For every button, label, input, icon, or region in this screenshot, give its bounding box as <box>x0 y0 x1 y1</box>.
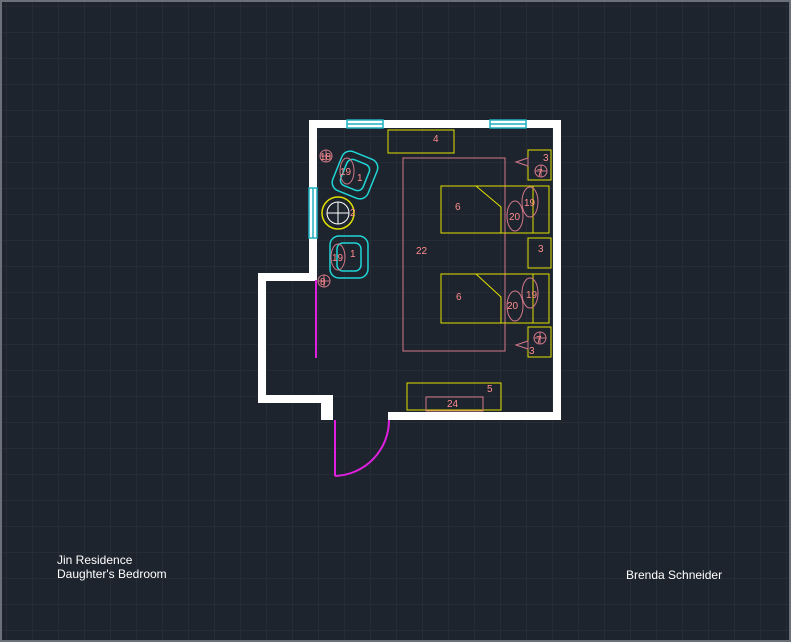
tag-nightstand-bottom: 3 <box>529 346 535 357</box>
designer-name: Brenda Schneider <box>626 568 723 582</box>
tag-chair-top: 1 <box>357 173 363 184</box>
tag-window-seat: 4 <box>433 134 439 145</box>
tag-bed-top: 6 <box>455 202 461 213</box>
tag-chair-bottom-cushion: 19 <box>332 253 344 264</box>
tag-pillow-top-b: 19 <box>524 198 536 209</box>
tag-pillow-top-a: 20 <box>509 212 521 223</box>
tag-rug: 22 <box>416 246 428 257</box>
tag-nightstand-top: 3 <box>543 153 549 164</box>
tag-desk: 24 <box>447 399 459 410</box>
tag-side-table: 2 <box>350 208 356 219</box>
tag-lamp-left-bottom: 8 <box>320 277 326 288</box>
project-name: Jin Residence <box>57 553 133 567</box>
tag-pillow-bottom-b: 19 <box>526 290 538 301</box>
grid <box>2 2 789 640</box>
room-name: Daughter's Bedroom <box>57 567 167 581</box>
tag-lamp-top: 7 <box>537 168 543 179</box>
tag-chair-bottom: 1 <box>350 249 356 260</box>
tag-bed-bottom: 6 <box>456 292 462 303</box>
tag-lamp-left-top: 18 <box>320 152 332 163</box>
tag-chair-top-cushion: 19 <box>340 167 352 178</box>
tag-pillow-bottom-a: 20 <box>507 301 519 312</box>
tag-lamp-bottom: 7 <box>536 335 542 346</box>
floor-plan: 4 3 7 3 7 3 6 6 20 19 20 19 22 19 1 18 2… <box>2 2 789 640</box>
tag-dresser: 5 <box>487 384 493 395</box>
tag-nightstand-middle: 3 <box>538 244 544 255</box>
